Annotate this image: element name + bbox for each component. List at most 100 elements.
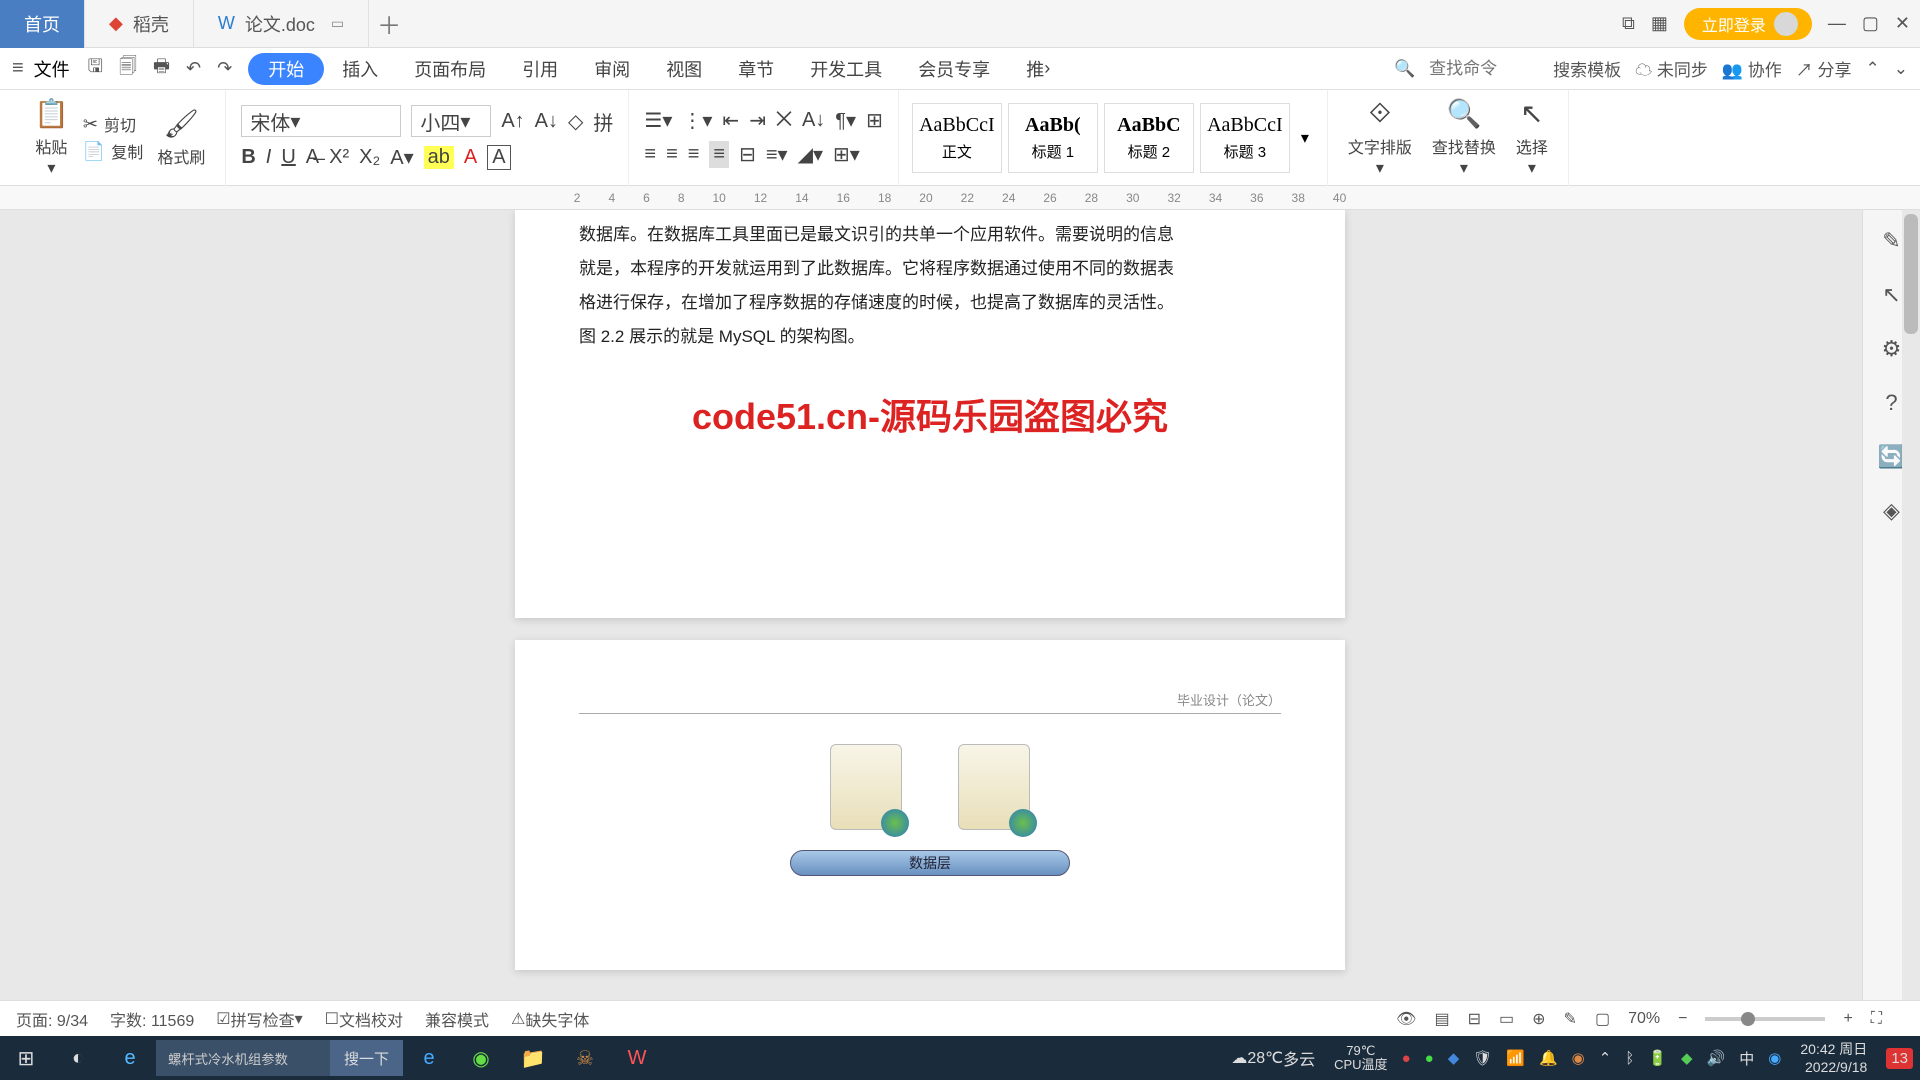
tray-icon[interactable]: ◉: [1572, 1049, 1585, 1067]
menu-member[interactable]: 会员专享: [900, 48, 1008, 90]
menu-more[interactable]: 推 ›: [1008, 48, 1068, 90]
app-unknown[interactable]: ☠: [559, 1036, 611, 1080]
superscript-button[interactable]: X²: [329, 146, 349, 169]
style-heading1[interactable]: AaBb(标题 1: [1008, 103, 1098, 173]
style-gallery[interactable]: AaBbCcI正文 AaBb(标题 1 AaBbC标题 2 AaBbCcI标题 …: [909, 103, 1293, 173]
tab-document[interactable]: W论文.doc▭: [194, 0, 369, 48]
distribute-button[interactable]: ⊟: [739, 142, 756, 167]
tray-icon[interactable]: ◆: [1448, 1049, 1460, 1067]
line-spacing-button[interactable]: ≡▾: [766, 142, 788, 167]
align-center-button[interactable]: ≡: [666, 143, 678, 166]
tray-icon[interactable]: ●: [1425, 1050, 1434, 1067]
share-button[interactable]: ↗ 分享: [1796, 56, 1852, 81]
print-icon[interactable]: 🖶: [153, 54, 170, 84]
taskbar-search[interactable]: [156, 1040, 330, 1076]
menu-start[interactable]: 开始: [248, 53, 324, 85]
tray-icon[interactable]: ●: [1402, 1050, 1411, 1067]
shading-button[interactable]: ◢▾: [798, 142, 823, 167]
subscript-button[interactable]: X₂: [359, 146, 380, 169]
sort-button[interactable]: A↓: [802, 109, 825, 132]
read-view-icon[interactable]: ▭: [1499, 1009, 1514, 1029]
collab-button[interactable]: 👥 协作: [1722, 56, 1782, 81]
cortana-icon[interactable]: ◐: [52, 1036, 104, 1080]
tray-icon[interactable]: ◉: [1768, 1049, 1781, 1067]
close-button[interactable]: ✕: [1895, 13, 1910, 34]
tray-icon[interactable]: ◆: [1681, 1049, 1693, 1067]
zoom-value[interactable]: 70%: [1628, 1010, 1660, 1028]
tray-expand-icon[interactable]: ⌃: [1599, 1049, 1612, 1067]
char-border-button[interactable]: A: [487, 145, 510, 170]
align-right-button[interactable]: ≡: [688, 143, 700, 166]
print-preview-icon[interactable]: 🗐: [119, 54, 137, 84]
text-effects-button[interactable]: A▾: [390, 145, 413, 170]
menu-references[interactable]: 引用: [504, 48, 576, 90]
fullscreen-icon[interactable]: ⛶: [1871, 1010, 1882, 1028]
help-icon[interactable]: ?: [1885, 390, 1897, 416]
style-expand-icon[interactable]: ▾: [1301, 128, 1309, 148]
settings-slider-icon[interactable]: ⚙: [1882, 336, 1902, 362]
clear-format-icon[interactable]: ◇: [568, 109, 583, 134]
bold-button[interactable]: B: [241, 146, 255, 169]
web-view-icon[interactable]: ⊕: [1532, 1009, 1545, 1029]
indent-increase-button[interactable]: ⇥: [749, 108, 766, 133]
style-heading3[interactable]: AaBbCcI标题 3: [1200, 103, 1290, 173]
menu-devtools[interactable]: 开发工具: [792, 48, 900, 90]
bullets-button[interactable]: ☰▾: [644, 108, 672, 133]
zoom-slider[interactable]: [1705, 1017, 1825, 1021]
strike-button[interactable]: A̶: [306, 146, 319, 169]
word-count[interactable]: 字数: 11569: [110, 1007, 194, 1031]
text-layout-button[interactable]: ⟐文字排版 ▾: [1338, 97, 1422, 178]
page-view-icon[interactable]: ▤: [1434, 1009, 1449, 1029]
tray-icon[interactable]: 🛡: [1473, 1049, 1492, 1067]
maximize-button[interactable]: ▢: [1862, 13, 1879, 34]
highlight-button[interactable]: ab: [424, 146, 454, 169]
template-search[interactable]: 搜索模板: [1553, 56, 1621, 81]
style-normal[interactable]: AaBbCcI正文: [912, 103, 1002, 173]
battery-icon[interactable]: 🔋: [1648, 1049, 1667, 1067]
underline-button[interactable]: U: [281, 146, 295, 169]
tab-home[interactable]: 首页: [0, 0, 85, 48]
pen-icon[interactable]: ✎: [1882, 228, 1900, 254]
grid-icon[interactable]: ▦: [1651, 13, 1668, 34]
window-mode-icon[interactable]: ⧉: [1622, 13, 1635, 34]
page-indicator[interactable]: 页面: 9/34: [16, 1007, 88, 1031]
cpu-temp[interactable]: 79℃CPU温度: [1334, 1044, 1387, 1073]
menu-insert[interactable]: 插入: [324, 48, 396, 90]
zoom-out-button[interactable]: −: [1678, 1010, 1687, 1028]
indent-decrease-button[interactable]: ⇤: [722, 108, 739, 133]
align-justify-button[interactable]: ≡: [709, 141, 729, 168]
app-edge[interactable]: e: [403, 1036, 455, 1080]
start-button[interactable]: ⊞: [0, 1036, 52, 1080]
bell-icon[interactable]: 🔔: [1539, 1049, 1558, 1067]
search-go-button[interactable]: 搜一下: [330, 1040, 403, 1076]
format-painter-button[interactable]: 🖌格式刷: [147, 107, 215, 168]
menu-chapter[interactable]: 章节: [720, 48, 792, 90]
compat-mode[interactable]: 兼容模式: [425, 1007, 489, 1031]
cut-button[interactable]: ✂剪切: [83, 112, 143, 136]
bluetooth-icon[interactable]: ᛒ: [1625, 1050, 1634, 1067]
copy-button[interactable]: 📄复制: [83, 139, 143, 163]
save-icon[interactable]: 🖫: [88, 54, 103, 84]
page-layout-icon[interactable]: ▭: [331, 15, 344, 32]
sync-status[interactable]: ☁ 未同步: [1635, 56, 1708, 81]
clock[interactable]: 20:42 周日2022/9/18: [1800, 1040, 1867, 1076]
edit-icon[interactable]: ✎: [1564, 1009, 1577, 1029]
notification-icon[interactable]: 13: [1886, 1048, 1913, 1069]
app-360[interactable]: ◉: [455, 1036, 507, 1080]
find-replace-button[interactable]: 🔍查找替换 ▾: [1422, 97, 1506, 178]
undo-icon[interactable]: ↶: [186, 58, 201, 79]
asian-layout-button[interactable]: ⨉: [776, 109, 792, 132]
align-left-button[interactable]: ≡: [644, 143, 656, 166]
menu-view[interactable]: 视图: [648, 48, 720, 90]
missing-fonts[interactable]: ⚠ 缺失字体: [511, 1007, 589, 1031]
tab-daoke[interactable]: ◆稻壳: [85, 0, 194, 48]
wifi-icon[interactable]: 📶: [1506, 1049, 1525, 1067]
menu-icon[interactable]: ≡: [12, 57, 24, 80]
doc-review[interactable]: ☐ 文档校对: [325, 1007, 403, 1031]
phonetic-icon[interactable]: 拼: [593, 107, 613, 136]
ie-icon[interactable]: e: [104, 1036, 156, 1080]
bulb-icon[interactable]: ◈: [1883, 498, 1900, 524]
show-marks-button[interactable]: ¶▾: [835, 108, 856, 133]
font-select[interactable]: 宋体 ▾: [241, 105, 401, 137]
app-wps[interactable]: W: [611, 1036, 663, 1080]
